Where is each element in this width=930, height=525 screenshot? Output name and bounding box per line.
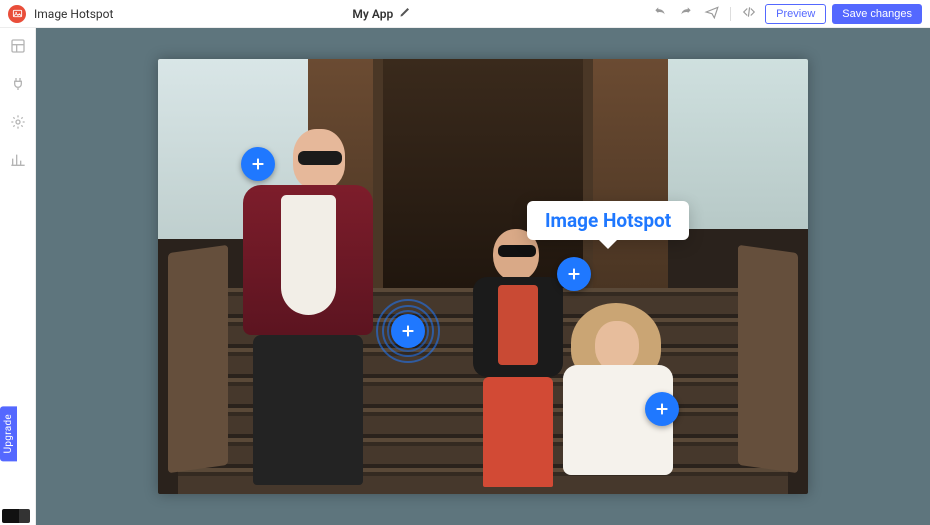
topbar-right: Preview Save changes bbox=[650, 3, 922, 25]
topbar: Image Hotspot My App Preview Save change… bbox=[0, 0, 930, 28]
hotspot-tooltip: Image Hotspot bbox=[527, 201, 689, 240]
gear-icon[interactable] bbox=[10, 114, 26, 134]
pencil-icon[interactable] bbox=[399, 6, 411, 22]
layout-icon[interactable] bbox=[10, 38, 26, 58]
hotspot-marker[interactable] bbox=[241, 147, 275, 181]
plug-icon[interactable] bbox=[10, 76, 26, 96]
image-stage[interactable]: Image Hotspot bbox=[158, 59, 808, 494]
analytics-icon[interactable] bbox=[10, 152, 26, 172]
separator bbox=[730, 7, 731, 21]
plus-icon bbox=[250, 156, 266, 172]
redo-icon[interactable] bbox=[676, 3, 696, 25]
hotspot-marker[interactable] bbox=[645, 392, 679, 426]
plus-icon bbox=[566, 266, 582, 282]
code-icon[interactable] bbox=[739, 5, 759, 23]
canvas-area: Image Hotspot bbox=[36, 28, 930, 525]
plus-icon bbox=[654, 401, 670, 417]
corner-thumbnail bbox=[2, 509, 30, 523]
hotspot-marker[interactable] bbox=[557, 257, 591, 291]
plus-icon bbox=[400, 323, 416, 339]
brand-icon bbox=[8, 5, 26, 23]
topbar-left: Image Hotspot bbox=[8, 5, 113, 23]
preview-button[interactable]: Preview bbox=[765, 4, 826, 24]
save-button[interactable]: Save changes bbox=[832, 4, 922, 24]
publish-icon[interactable] bbox=[702, 3, 722, 25]
upgrade-button[interactable]: Upgrade bbox=[0, 406, 17, 461]
photo-background bbox=[158, 59, 808, 494]
project-name: My App bbox=[352, 7, 393, 21]
hotspot-marker[interactable] bbox=[391, 314, 425, 348]
topbar-center: My App bbox=[113, 6, 650, 22]
undo-icon[interactable] bbox=[650, 3, 670, 25]
app-title: Image Hotspot bbox=[34, 7, 113, 21]
